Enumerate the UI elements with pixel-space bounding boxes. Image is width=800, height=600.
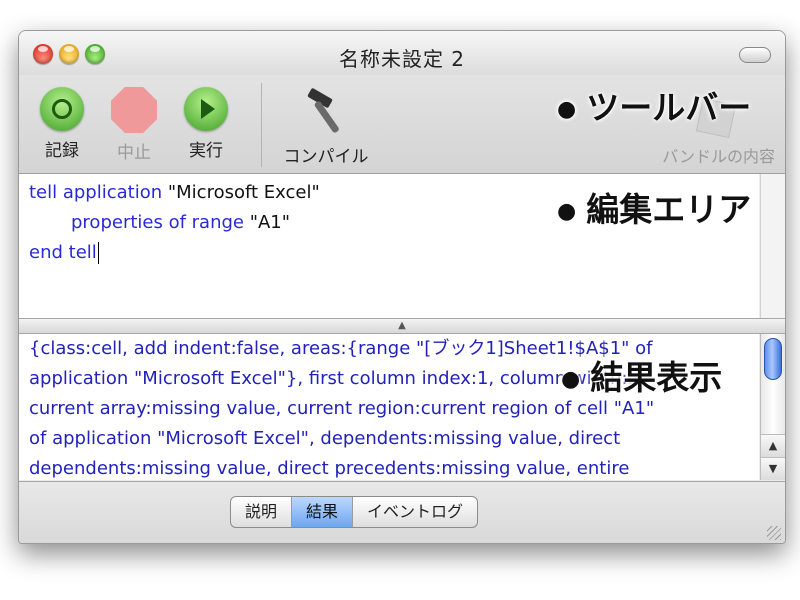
- resize-grip-icon[interactable]: [767, 526, 781, 540]
- title-bar: 名称未設定 2: [19, 31, 785, 75]
- compile-label: コンパイル: [283, 147, 369, 167]
- tab-description[interactable]: 説明: [231, 497, 293, 527]
- scroll-thumb[interactable]: [764, 338, 782, 380]
- bottom-bar: 説明 結果 イベントログ: [19, 481, 785, 543]
- result-scrollbar[interactable]: ▲ ▼: [760, 334, 785, 480]
- tab-result[interactable]: 結果: [292, 497, 354, 527]
- script-editor-window: 名称未設定 2 記録 中止 実行 コンパイル バンドルの内容 ● ツールバー t…: [18, 30, 786, 544]
- editor-annotation: ● 編集エリア: [557, 190, 752, 229]
- pane-splitter[interactable]: ▲: [19, 318, 785, 334]
- toolbar-annotation: ● ツールバー: [557, 88, 752, 127]
- compile-button[interactable]: コンパイル: [277, 87, 375, 167]
- text-caret: [97, 242, 99, 264]
- record-icon: [40, 87, 84, 131]
- window-title: 名称未設定 2: [338, 47, 466, 71]
- scroll-down-arrow-icon[interactable]: ▼: [761, 457, 785, 480]
- toolbar-toggle-button[interactable]: [739, 47, 771, 63]
- view-segmented-control: 説明 結果 イベントログ: [230, 496, 479, 528]
- toolbar-separator: [261, 83, 262, 167]
- editor-scroll-gutter[interactable]: [760, 174, 785, 318]
- record-label: 記録: [45, 141, 79, 161]
- scroll-up-arrow-icon[interactable]: ▲: [761, 434, 785, 457]
- run-icon: [184, 87, 228, 131]
- run-label: 実行: [189, 141, 223, 161]
- stop-icon: [111, 87, 157, 133]
- result-annotation: ● 結果表示: [561, 358, 723, 397]
- toolbar: 記録 中止 実行 コンパイル バンドルの内容 ● ツールバー: [19, 75, 785, 174]
- run-button[interactable]: 実行: [183, 87, 229, 161]
- stop-button[interactable]: 中止: [111, 87, 157, 163]
- bundle-contents-label[interactable]: バンドルの内容: [662, 143, 775, 167]
- code-line: end tell: [29, 242, 99, 264]
- tab-event-log[interactable]: イベントログ: [353, 497, 477, 527]
- result-line: of application "Microsoft Excel", depend…: [29, 428, 621, 449]
- record-button[interactable]: 記録: [39, 87, 85, 161]
- result-line: dependents:missing value, direct precede…: [29, 458, 630, 479]
- hammer-icon: [307, 88, 339, 133]
- stop-label: 中止: [117, 143, 151, 163]
